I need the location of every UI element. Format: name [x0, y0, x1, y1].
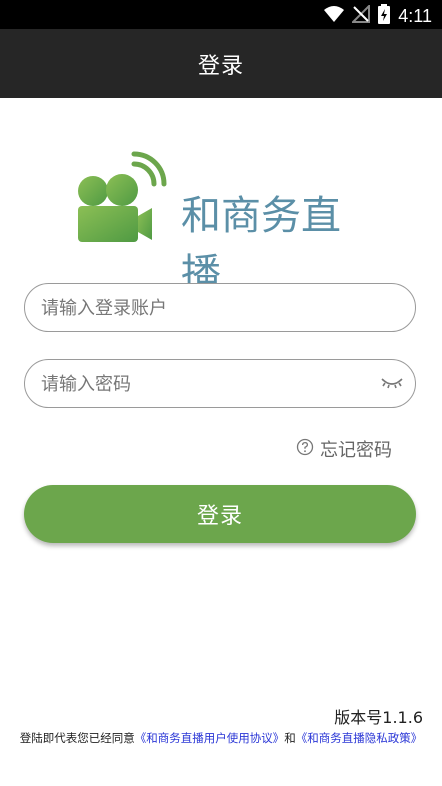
user-agreement-link[interactable]: 《和商务直播用户使用协议》 [135, 731, 285, 745]
video-camera-broadcast-icon [78, 151, 167, 242]
agreement-prefix: 登陆即代表您已经同意 [19, 731, 135, 745]
login-button[interactable]: 登录 [24, 485, 416, 543]
agreement-text: 登陆即代表您已经同意《和商务直播用户使用协议》和《和商务直播隐私政策》 [10, 731, 432, 746]
agreement-connector: 和 [284, 731, 296, 745]
app-logo: 和商务直播 [76, 150, 371, 297]
battery-charging-icon [378, 4, 391, 28]
status-bar: 4:11 [0, 0, 442, 29]
account-field[interactable] [24, 283, 416, 333]
account-input[interactable] [39, 284, 373, 333]
logo-text: 和商务直播 [181, 193, 341, 297]
no-signal-icon [350, 3, 371, 27]
status-icons: 4:11 [324, 3, 432, 28]
wifi-icon [324, 6, 345, 26]
forgot-password-label: 忘记密码 [320, 440, 392, 461]
eye-closed-icon[interactable] [380, 375, 404, 395]
version-label: 版本号1.1.6 [334, 708, 423, 727]
password-field[interactable] [24, 359, 416, 409]
password-input[interactable] [39, 360, 373, 409]
app-bar: 登录 [0, 29, 442, 98]
question-circle-icon [296, 438, 314, 461]
forgot-password-link[interactable]: 忘记密码 [296, 436, 392, 462]
status-time: 4:11 [398, 5, 432, 26]
privacy-policy-link[interactable]: 《和商务直播隐私政策》 [296, 731, 423, 745]
page-title: 登录 [197, 53, 244, 79]
